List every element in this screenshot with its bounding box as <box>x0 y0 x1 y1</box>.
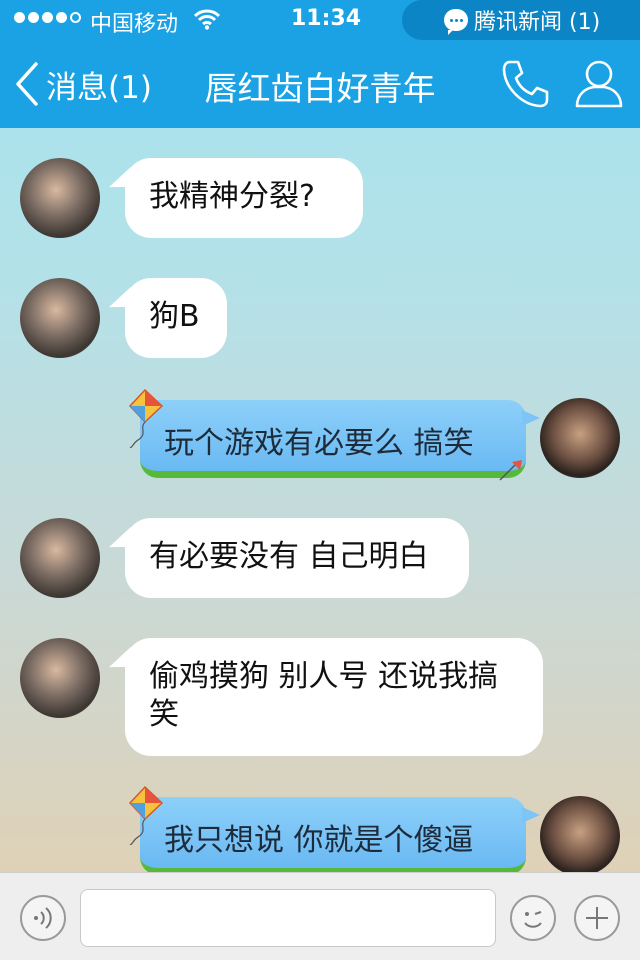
contact-avatar[interactable] <box>20 518 100 598</box>
status-time: 11:34 <box>291 6 362 31</box>
incoming-message-bubble[interactable]: 偷鸡摸狗 别人号 还说我搞笑 <box>125 638 543 756</box>
incoming-message-bubble[interactable]: 狗B <box>125 278 227 358</box>
incoming-message-bubble[interactable]: 我精神分裂? <box>125 158 363 238</box>
message-text: 有必要没有 自己明白 <box>149 539 429 574</box>
my-avatar[interactable] <box>540 398 620 478</box>
kite-icon <box>128 785 164 845</box>
message-text: 玩个游戏有必要么 搞笑 <box>164 426 474 461</box>
contact-avatar[interactable] <box>20 638 100 718</box>
contact-avatar[interactable] <box>20 278 100 358</box>
status-bar: 中国移动 11:34 腾讯新闻 (1) <box>0 0 640 40</box>
voice-icon <box>34 907 52 929</box>
contact-icon[interactable] <box>574 58 624 110</box>
kite-icon <box>499 460 522 481</box>
message-text: 我精神分裂? <box>149 179 315 214</box>
message-text: 我只想说 你就是个傻逼 <box>164 823 474 858</box>
chat-screen: 中国移动 11:34 腾讯新闻 (1) 消息(1) 唇红齿白好青年 我精神分裂?… <box>0 0 640 960</box>
kite-icon <box>128 388 164 448</box>
contact-avatar[interactable] <box>20 158 100 238</box>
notification-text: 腾讯新闻 (1) <box>474 10 601 35</box>
my-avatar[interactable] <box>540 796 620 876</box>
outgoing-message-bubble[interactable]: 我只想说 你就是个傻逼 <box>140 797 540 875</box>
message-input[interactable] <box>80 889 496 947</box>
input-bar <box>0 872 640 960</box>
voice-button[interactable] <box>20 895 66 941</box>
more-button[interactable] <box>574 895 620 941</box>
emoji-button[interactable] <box>510 895 556 941</box>
incoming-message-bubble[interactable]: 有必要没有 自己明白 <box>125 518 469 598</box>
signal-strength-icon <box>14 12 81 23</box>
message-text: 偷鸡摸狗 别人号 还说我搞笑 <box>149 659 499 732</box>
carrier-name: 中国移动 <box>90 12 179 37</box>
news-notification-pill[interactable]: 腾讯新闻 (1) <box>402 0 640 40</box>
plus-icon <box>586 907 608 929</box>
chat-bubble-icon <box>444 9 468 35</box>
outgoing-message-bubble[interactable]: 玩个游戏有必要么 搞笑 <box>140 400 540 478</box>
phone-icon[interactable] <box>500 58 550 110</box>
message-text: 狗B <box>149 299 200 334</box>
navigation-bar: 消息(1) 唇红齿白好青年 <box>0 40 640 128</box>
emoji-icon <box>524 911 542 928</box>
wifi-icon <box>194 9 220 30</box>
